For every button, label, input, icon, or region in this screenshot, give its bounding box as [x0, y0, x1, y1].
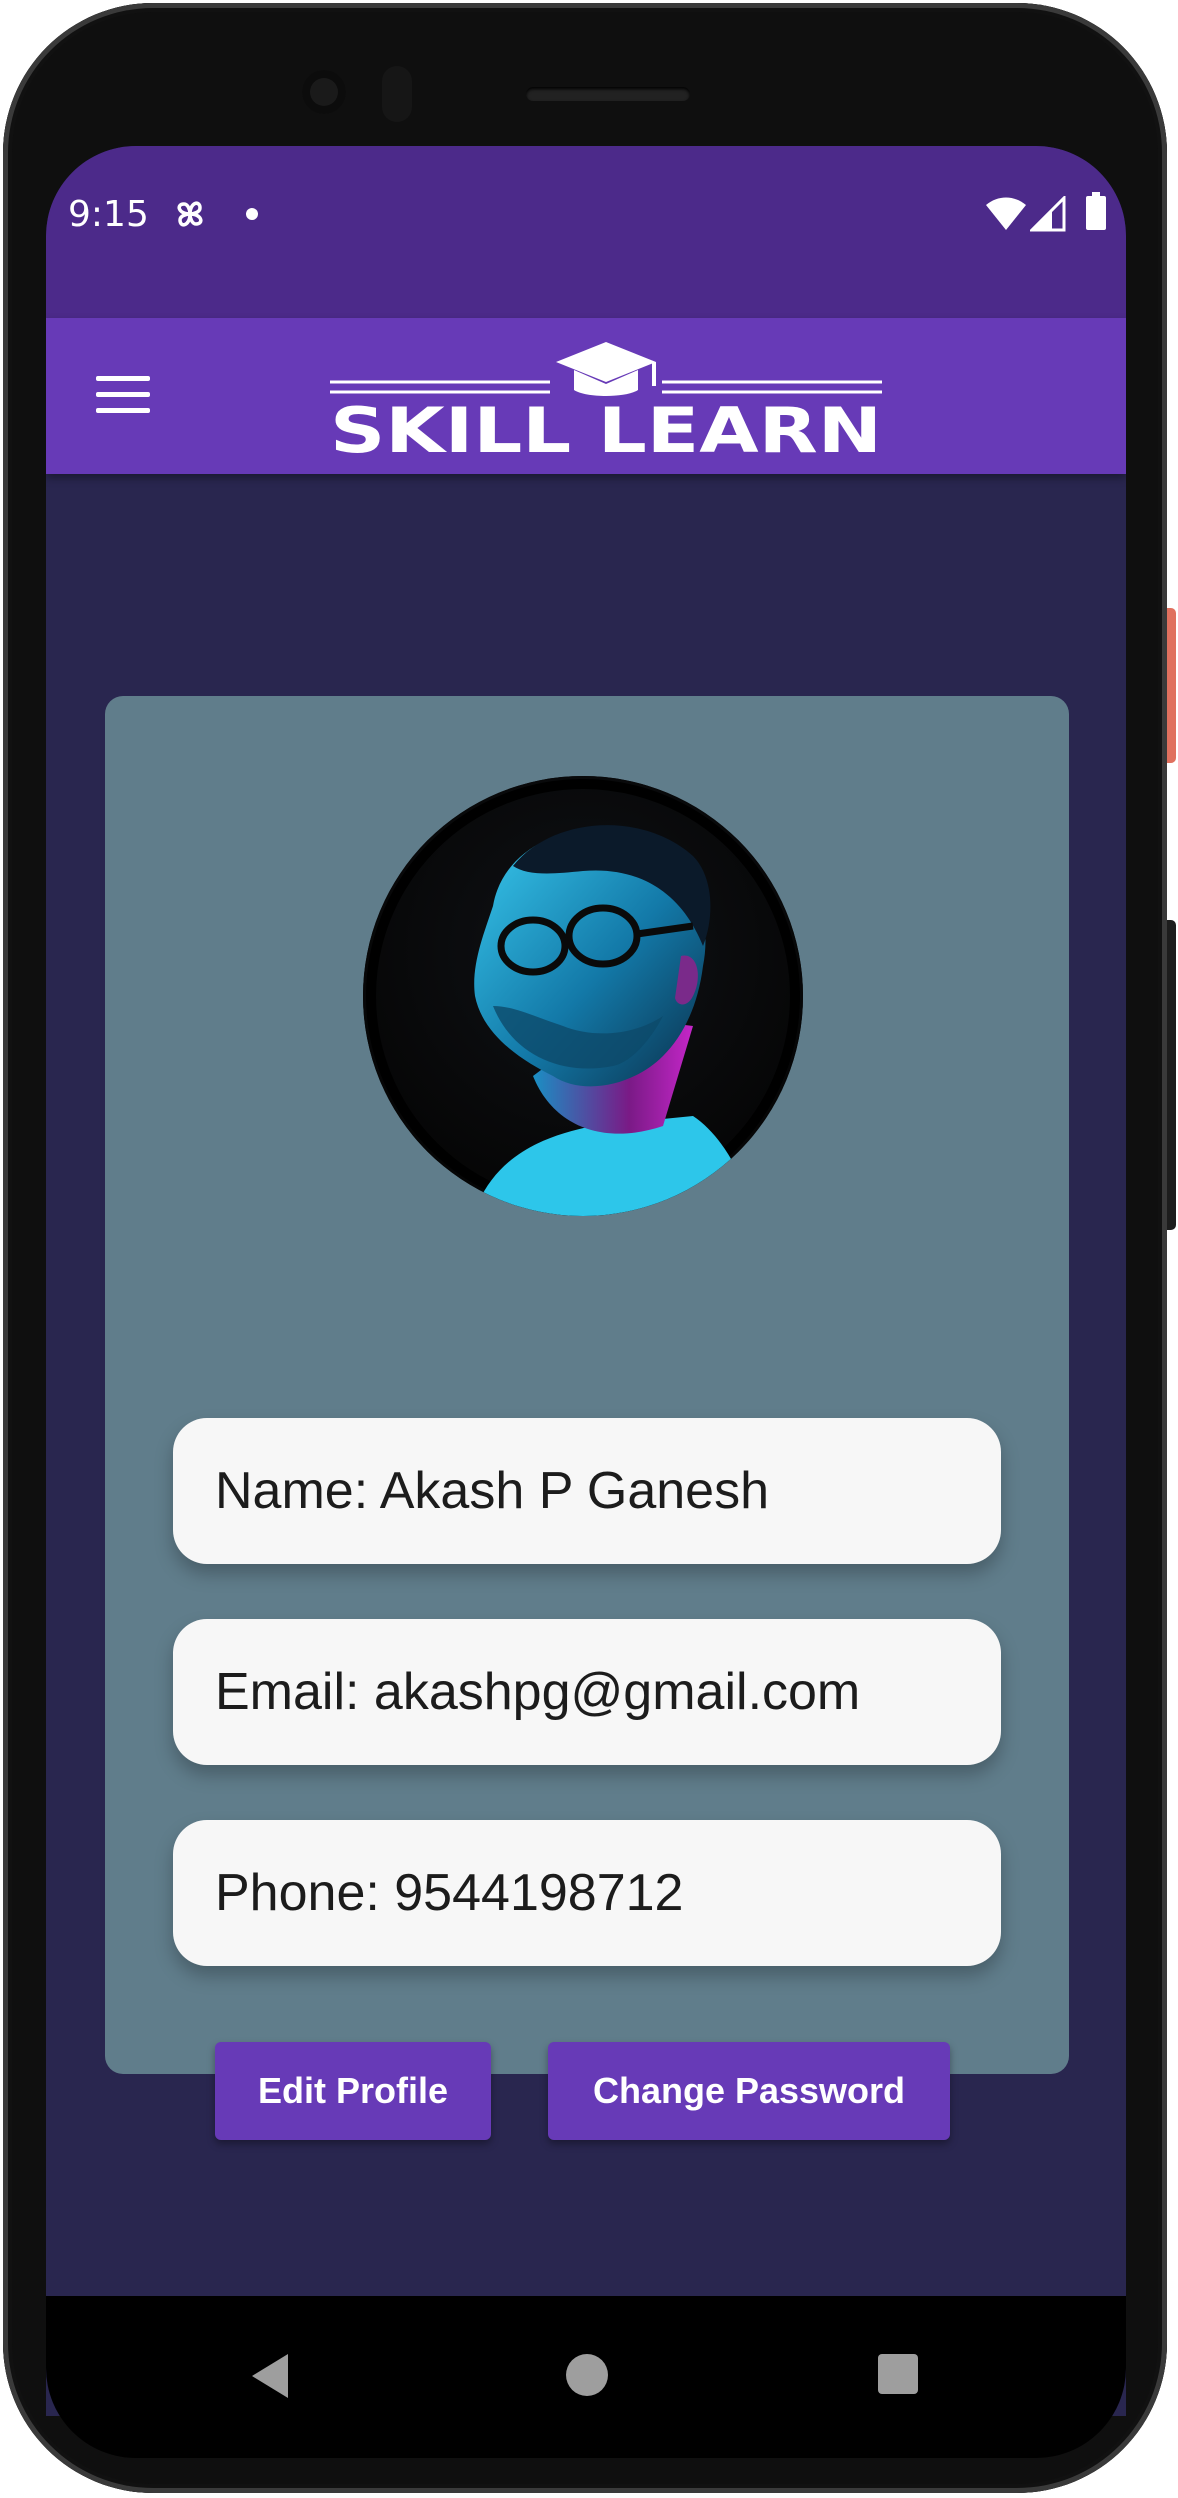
- proximity-sensor: [382, 66, 412, 122]
- fan-icon: [177, 201, 203, 227]
- profile-card: Name: Akash P Ganesh Email: akashpg@gmai…: [105, 696, 1069, 2140]
- graduation-cap-icon: [556, 342, 656, 396]
- power-button: [1167, 608, 1176, 763]
- navigation-bar: [46, 2296, 1126, 2458]
- app-screen: 9:15 SKILL LEARN Name: Akash P Ganesh Em…: [46, 146, 1126, 2416]
- status-time: 9:15: [68, 194, 149, 235]
- edit-profile-button[interactable]: Edit Profile: [215, 2042, 491, 2140]
- name-text: Name: Akash P Ganesh: [215, 1462, 770, 1520]
- email-text: Email: akashpg@gmail.com: [215, 1663, 861, 1721]
- name-field: Name: Akash P Ganesh: [173, 1418, 1001, 1564]
- avatar: [363, 776, 803, 1216]
- hamburger-menu-icon[interactable]: [96, 376, 150, 416]
- earpiece-speaker: [526, 87, 690, 101]
- phone-field: Phone: 9544198712: [173, 1820, 1001, 1966]
- home-icon[interactable]: [566, 2354, 608, 2396]
- phone-text: Phone: 9544198712: [215, 1864, 684, 1922]
- email-field: Email: akashpg@gmail.com: [173, 1619, 1001, 1765]
- app-bar: SKILL LEARN: [46, 318, 1126, 474]
- change-password-button[interactable]: Change Password: [548, 2042, 950, 2140]
- battery-icon: [1086, 192, 1106, 230]
- status-bar: 9:15: [46, 146, 1126, 318]
- recent-apps-icon[interactable]: [878, 2354, 918, 2394]
- wifi-icon: [986, 197, 1026, 230]
- volume-button: [1167, 920, 1176, 1230]
- signal-icon: [1030, 196, 1066, 232]
- logo-text: SKILL LEARN: [330, 394, 882, 462]
- back-icon[interactable]: [252, 2354, 288, 2398]
- front-camera: [302, 70, 346, 114]
- skill-learn-logo: SKILL LEARN: [330, 342, 882, 462]
- notification-dot-icon: [246, 208, 258, 220]
